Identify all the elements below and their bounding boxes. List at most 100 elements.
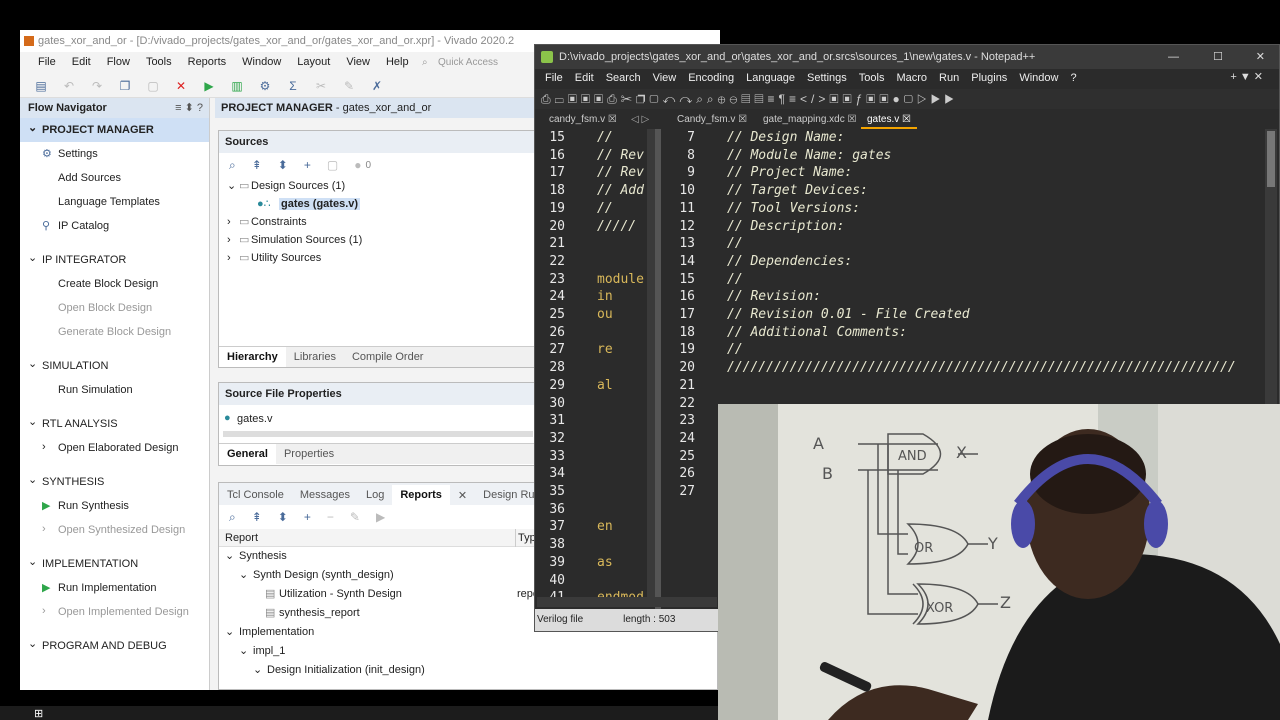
copy-icon[interactable]: ❐ bbox=[118, 79, 132, 93]
npp-menu-edit[interactable]: Edit bbox=[569, 69, 600, 89]
expand-all-icon[interactable]: ⬍ bbox=[278, 510, 288, 524]
section-rtl-analysis[interactable]: RTL ANALYSIS bbox=[20, 412, 209, 436]
undo-icon[interactable]: ↶ bbox=[62, 79, 76, 93]
npp-menu-run[interactable]: Run bbox=[933, 69, 965, 89]
program-icon[interactable]: ▥ bbox=[230, 79, 244, 93]
menu-view[interactable]: View bbox=[338, 52, 378, 74]
tree-constraints[interactable]: › ▭ Constraints bbox=[219, 213, 537, 231]
npp-menu-window[interactable]: Window bbox=[1013, 69, 1064, 89]
npp-menu-file[interactable]: File bbox=[539, 69, 569, 89]
npp-menu-macro[interactable]: Macro bbox=[890, 69, 933, 89]
menu-help[interactable]: Help bbox=[378, 52, 417, 74]
tab-messages[interactable]: Messages bbox=[292, 485, 358, 505]
redo-icon[interactable]: ↷ bbox=[90, 79, 104, 93]
maximize-icon[interactable]: ☐ bbox=[1213, 45, 1223, 69]
collapse-all-icon[interactable]: ⇞ bbox=[252, 158, 262, 172]
tab-hierarchy[interactable]: Hierarchy bbox=[219, 347, 286, 367]
report-row[interactable]: ⌄ Design Initialization (init_design) bbox=[219, 661, 717, 679]
close-icon[interactable]: ✕ bbox=[1256, 45, 1265, 69]
nav-ip-catalog[interactable]: ⚲ IP Catalog bbox=[20, 214, 209, 238]
menu-reports[interactable]: Reports bbox=[180, 52, 235, 74]
left-code-view[interactable]: //// Rev// Rev// Add/////// module in ou… bbox=[597, 129, 653, 607]
npp-tab-gate-mapping[interactable]: gate_mapping.xdc ☒ bbox=[757, 111, 862, 129]
npp-toolbar-icons[interactable]: ⎙▭▣▣▣⎙✂❐▢↶↷⌕⌕⊕⊖▤▤≡¶≡</>▣▣ƒ▣▣●▢▷▶▶ bbox=[541, 92, 958, 106]
panel-controls-icon[interactable]: ≡ ⬍ ? bbox=[175, 98, 203, 118]
npp-tab-candy-fsm-lower[interactable]: candy_fsm.v ☒ bbox=[543, 111, 623, 129]
nav-open-synthesized-design[interactable]: › Open Synthesized Design bbox=[20, 518, 209, 542]
tree-design-sources[interactable]: ⌄ ▭ Design Sources (1) bbox=[219, 177, 537, 195]
menu-tools[interactable]: Tools bbox=[138, 52, 180, 74]
npp-menu-view[interactable]: View bbox=[647, 69, 683, 89]
close-icon[interactable]: ☒ bbox=[848, 114, 857, 125]
tab-tcl-console[interactable]: Tcl Console bbox=[219, 485, 292, 505]
close-icon[interactable]: ☒ bbox=[902, 114, 911, 125]
left-scrollbar[interactable] bbox=[647, 129, 655, 599]
cut-icon[interactable]: ✂ bbox=[314, 79, 328, 93]
section-program-and-debug[interactable]: PROGRAM AND DEBUG bbox=[20, 634, 209, 658]
nav-run-synthesis[interactable]: ▶ Run Synthesis bbox=[20, 494, 209, 518]
open-icon[interactable]: ▤ bbox=[34, 79, 48, 93]
tab-reports[interactable]: Reports bbox=[392, 485, 450, 505]
report-row[interactable]: ⌄ impl_1 bbox=[219, 642, 717, 660]
tab-general[interactable]: General bbox=[219, 444, 276, 464]
nav-run-implementation[interactable]: ▶ Run Implementation bbox=[20, 576, 209, 600]
layout-icon[interactable]: ✗ bbox=[370, 79, 384, 93]
add-icon[interactable]: + bbox=[304, 510, 311, 524]
run-icon[interactable]: ▶ bbox=[202, 79, 216, 93]
tree-gates[interactable]: ●∴ gates (gates.v) bbox=[219, 195, 537, 213]
nav-open-elaborated-design[interactable]: › Open Elaborated Design bbox=[20, 436, 209, 460]
npp-tab-scroll-icon[interactable]: ◁ ▷ bbox=[625, 111, 655, 129]
h-scrollbar[interactable] bbox=[537, 597, 717, 607]
npp-menu-help[interactable]: ? bbox=[1064, 69, 1082, 89]
windows-start-icon[interactable]: ⊞ bbox=[34, 707, 43, 720]
edit-icon[interactable]: ✎ bbox=[350, 510, 360, 524]
section-project-manager[interactable]: PROJECT MANAGER bbox=[20, 118, 209, 142]
search-icon[interactable]: ⌕ bbox=[229, 510, 236, 525]
tab-compile-order[interactable]: Compile Order bbox=[344, 347, 432, 367]
npp-menu-controls-icon[interactable]: + ▼ ✕ bbox=[1224, 67, 1269, 86]
tree-utility-sources[interactable]: › ▭ Utility Sources bbox=[219, 249, 537, 267]
tab-properties[interactable]: Properties bbox=[276, 444, 342, 464]
close-icon[interactable]: ☒ bbox=[608, 114, 617, 125]
menu-window[interactable]: Window bbox=[234, 52, 289, 74]
tab-log[interactable]: Log bbox=[358, 485, 392, 505]
npp-menu-encoding[interactable]: Encoding bbox=[682, 69, 740, 89]
properties-scrollbar[interactable] bbox=[223, 431, 533, 437]
menu-flow[interactable]: Flow bbox=[99, 52, 138, 74]
menu-layout[interactable]: Layout bbox=[289, 52, 338, 74]
splitter[interactable] bbox=[655, 129, 661, 609]
nav-run-simulation[interactable]: Run Simulation bbox=[20, 378, 209, 402]
npp-menu-plugins[interactable]: Plugins bbox=[965, 69, 1013, 89]
delete-icon[interactable]: ✕ bbox=[174, 79, 188, 93]
close-icon[interactable]: ☒ bbox=[738, 114, 747, 125]
nav-open-block-design[interactable]: Open Block Design bbox=[20, 296, 209, 320]
paste-icon[interactable]: ▢ bbox=[146, 79, 160, 93]
quick-access-input[interactable]: ⌕ Quick Access bbox=[420, 54, 540, 72]
npp-tab-gates[interactable]: gates.v ☒ bbox=[861, 111, 917, 129]
nav-generate-block-design[interactable]: Generate Block Design bbox=[20, 320, 209, 344]
section-implementation[interactable]: IMPLEMENTATION bbox=[20, 552, 209, 576]
npp-menu-tools[interactable]: Tools bbox=[853, 69, 891, 89]
nav-settings[interactable]: ⚙ Settings bbox=[20, 142, 209, 166]
close-tab-icon[interactable]: ✕ bbox=[450, 485, 475, 505]
section-simulation[interactable]: SIMULATION bbox=[20, 354, 209, 378]
expand-all-icon[interactable]: ⬍ bbox=[278, 158, 288, 172]
search-icon[interactable]: ⌕ bbox=[229, 158, 236, 173]
tree-simulation-sources[interactable]: › ▭ Simulation Sources (1) bbox=[219, 231, 537, 249]
nav-create-block-design[interactable]: Create Block Design bbox=[20, 272, 209, 296]
minimize-icon[interactable]: — bbox=[1168, 45, 1179, 69]
npp-menu-settings[interactable]: Settings bbox=[801, 69, 853, 89]
tab-libraries[interactable]: Libraries bbox=[286, 347, 344, 367]
nav-language-templates[interactable]: Language Templates bbox=[20, 190, 209, 214]
section-synthesis[interactable]: SYNTHESIS bbox=[20, 470, 209, 494]
add-icon[interactable]: + bbox=[304, 158, 311, 172]
npp-menu-search[interactable]: Search bbox=[600, 69, 647, 89]
nav-open-implemented-design[interactable]: › Open Implemented Design bbox=[20, 600, 209, 624]
section-ip-integrator[interactable]: IP INTEGRATOR bbox=[20, 248, 209, 272]
settings-icon[interactable]: ⚙ bbox=[258, 79, 272, 93]
collapse-all-icon[interactable]: ⇞ bbox=[252, 510, 262, 524]
npp-menu-language[interactable]: Language bbox=[740, 69, 801, 89]
remove-icon[interactable]: − bbox=[327, 510, 334, 524]
npp-tab-candy-fsm[interactable]: Candy_fsm.v ☒ bbox=[671, 111, 753, 129]
sum-icon[interactable]: Σ bbox=[286, 79, 300, 93]
